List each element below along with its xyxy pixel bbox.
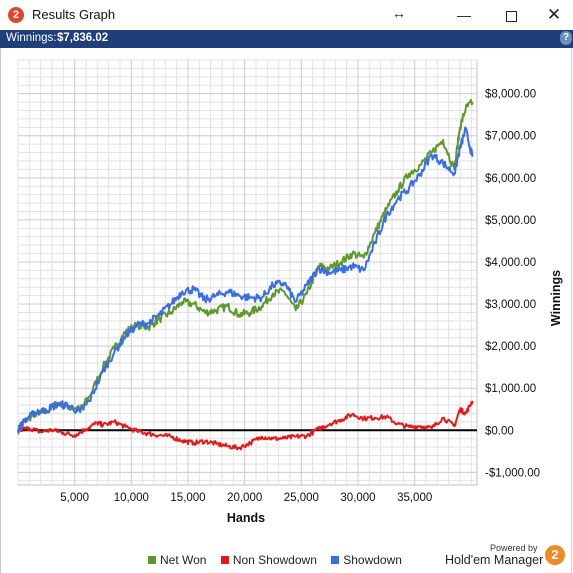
y-tick-label: $5,000.00 <box>485 215 536 227</box>
y-tick-label: $6,000.00 <box>485 173 536 185</box>
y-tick-label: -$1,000.00 <box>485 467 540 479</box>
y-tick-label: $0.00 <box>485 425 514 437</box>
x-tick-label: 5,000 <box>60 492 89 504</box>
maximize-button[interactable] <box>488 0 534 30</box>
help-icon[interactable]: ? <box>560 31 572 45</box>
x-tick-label: 25,000 <box>284 492 319 504</box>
legend-label: Non Showdown <box>232 553 317 567</box>
minimize-button[interactable]: — <box>441 0 487 30</box>
plot-area <box>17 59 478 486</box>
resize-arrows-icon[interactable]: ↔ <box>392 5 406 21</box>
maximize-icon <box>505 10 517 22</box>
y-tick-label: $4,000.00 <box>485 257 536 269</box>
legend-label: Showdown <box>343 553 402 567</box>
y-axis-ticks: -$1,000.00 $0.00 $1,000.00 $2,000.00 $3,000.… <box>485 89 540 480</box>
x-axis-ticks: 5,000 10,000 15,000 20,000 25,000 30,000 35,00… <box>60 492 432 504</box>
x-tick-label: 35,000 <box>397 492 432 504</box>
y-tick-label: $1,000.00 <box>485 383 536 395</box>
legend-swatch-net-won <box>148 555 156 564</box>
legend-swatch-showdown <box>331 555 340 564</box>
legend-item-showdown[interactable]: Showdown <box>331 553 402 567</box>
title-bar[interactable]: 2 Results Graph ↔ — ✕ <box>0 0 573 30</box>
x-tick-label: 10,000 <box>114 492 149 504</box>
x-tick-label: 30,000 <box>340 492 375 504</box>
brand-name: Hold'em Manager <box>445 553 544 567</box>
holdem-manager-2-icon: 2 <box>8 7 24 23</box>
winnings-value: $7,836.02 <box>57 32 109 44</box>
y-tick-label: $3,000.00 <box>485 299 536 311</box>
results-graph[interactable]: -$1,000.00 $0.00 $1,000.00 $2,000.00 $3,000.… <box>0 48 573 548</box>
y-tick-label: $7,000.00 <box>485 131 536 143</box>
winnings-bar: Winnings: $7,836.02 ? <box>0 30 573 48</box>
close-button[interactable]: ✕ <box>531 0 573 30</box>
window-title: Results Graph <box>32 7 116 22</box>
winnings-label: Winnings: <box>6 32 57 44</box>
y-tick-label: $2,000.00 <box>485 341 536 353</box>
powered-by-text: Powered by <box>490 543 538 553</box>
y-axis-label: Winnings <box>549 270 563 326</box>
x-tick-label: 20,000 <box>227 492 262 504</box>
legend-item-non-showdown[interactable]: Non Showdown <box>220 553 317 567</box>
y-tick-label: $8,000.00 <box>485 89 536 101</box>
chart-legend: Net Won Non Showdown Showdown <box>148 553 413 567</box>
hm2-logo-icon: 2 <box>545 545 565 565</box>
x-axis-label: Hands <box>227 511 265 525</box>
legend-swatch-non-showdown <box>220 555 229 564</box>
legend-item-net-won[interactable]: Net Won <box>148 553 206 567</box>
chart-grid <box>17 59 478 486</box>
x-tick-label: 15,000 <box>170 492 205 504</box>
legend-label: Net Won <box>160 553 207 567</box>
